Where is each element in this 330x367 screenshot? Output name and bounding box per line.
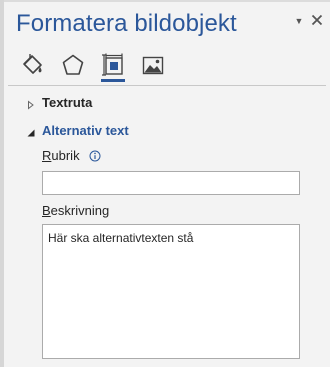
pane-tab-bar (20, 52, 180, 82)
rubrik-label: Rubrik (42, 148, 80, 164)
rubrik-input[interactable] (42, 171, 300, 195)
beskrivning-label-mnemonic: B (42, 203, 51, 218)
tab-divider (8, 85, 326, 86)
dropdown-arrow-icon[interactable]: ▼ (292, 14, 306, 28)
fill-line-tab[interactable] (20, 52, 46, 78)
info-icon[interactable] (89, 149, 101, 162)
beskrivning-textarea[interactable]: Här ska alternativtexten stå (42, 224, 300, 359)
pane-title: Formatera bildobjekt (16, 10, 237, 37)
collapse-arrow-icon (26, 125, 36, 137)
effects-tab[interactable] (60, 52, 86, 78)
picture-tab[interactable] (140, 52, 166, 78)
format-picture-pane: Formatera bildobjekt ▼ Textruta Alternat… (0, 0, 330, 367)
rubrik-label-rest: ubrik (51, 148, 80, 163)
section-textruta-label: Textruta (42, 95, 93, 110)
picture-icon (140, 52, 166, 78)
rubrik-label-mnemonic: R (42, 148, 52, 163)
section-alternativ-text-label: Alternativ text (42, 123, 129, 138)
expand-arrow-icon (26, 97, 36, 110)
pane-resize-edge[interactable] (0, 0, 4, 367)
beskrivning-label-rest: eskrivning (50, 203, 110, 218)
close-icon[interactable] (309, 12, 325, 28)
size-layout-icon (100, 52, 126, 78)
selected-tab-indicator (101, 79, 125, 82)
size-properties-tab[interactable] (100, 52, 126, 78)
pentagon-icon (60, 52, 86, 78)
beskrivning-label: Beskrivning (42, 203, 109, 219)
paint-bucket-icon (20, 52, 46, 78)
pane-top-edge (0, 0, 330, 2)
